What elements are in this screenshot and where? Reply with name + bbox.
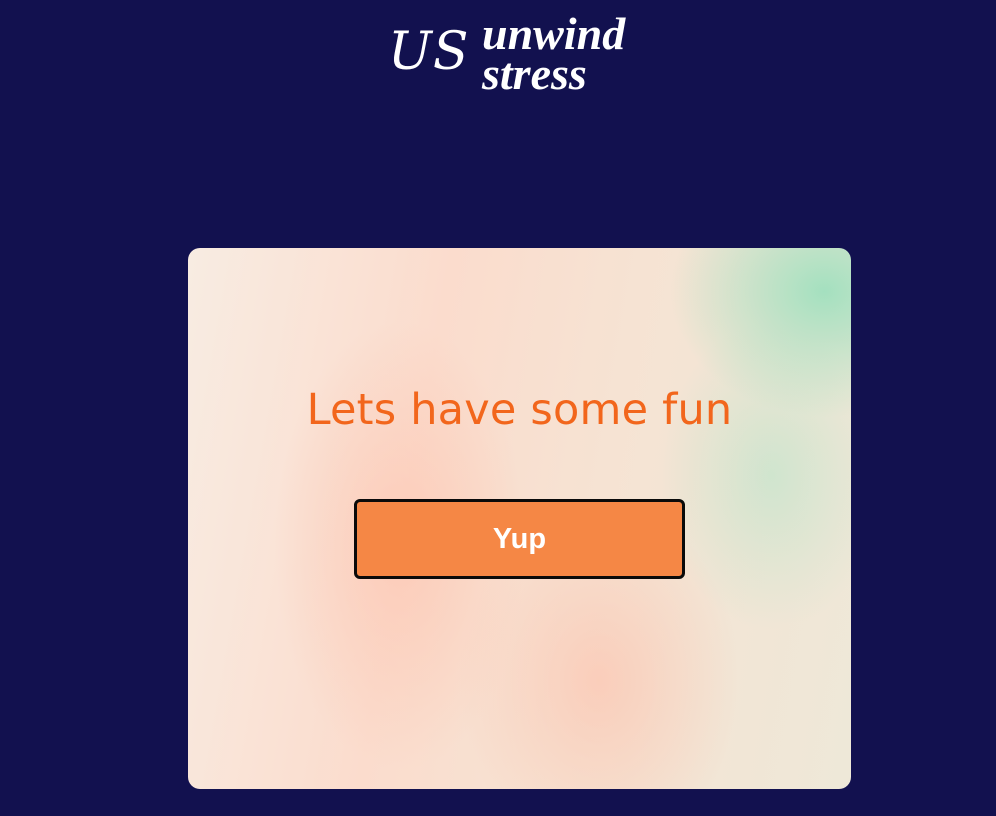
prompt-card: Lets have some fun Yup (188, 248, 851, 789)
logo-word-stress: stress (482, 48, 587, 99)
site-logo[interactable]: US unwind stress (388, 10, 668, 100)
card-title: Lets have some fun (306, 385, 733, 435)
logo-mark: US (388, 22, 470, 82)
yup-button[interactable]: Yup (354, 499, 685, 579)
